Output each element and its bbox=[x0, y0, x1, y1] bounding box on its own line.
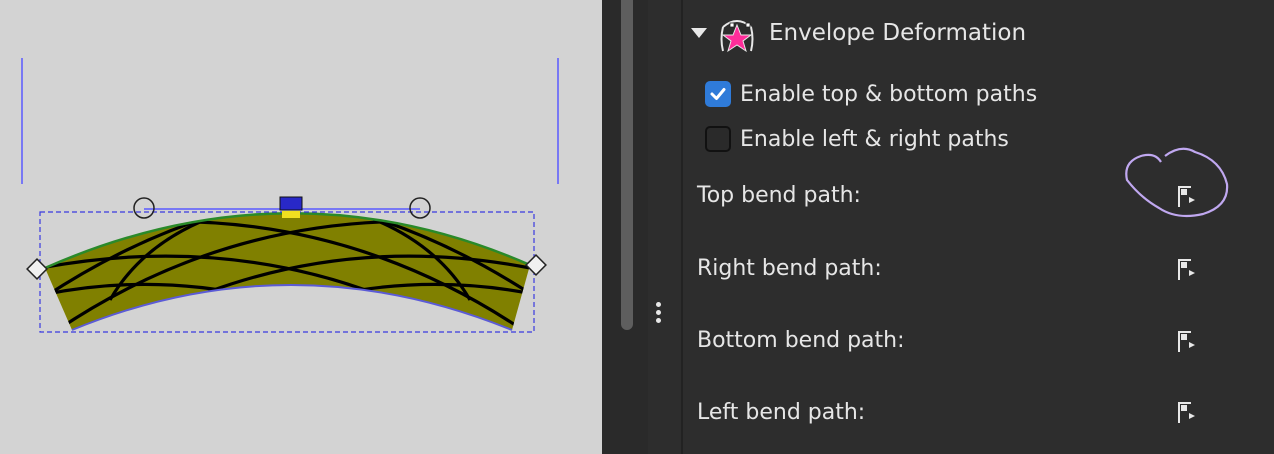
center-node-handle[interactable] bbox=[279, 196, 303, 211]
edit-path-on-canvas-icon bbox=[1178, 259, 1195, 280]
envelope-star-icon bbox=[720, 20, 754, 53]
left-end-node-handle[interactable] bbox=[26, 258, 48, 280]
left-tangent-handle[interactable] bbox=[133, 197, 155, 219]
enable-top-bottom-checkbox[interactable] bbox=[705, 81, 731, 107]
canvas-scrollbar-track bbox=[602, 0, 648, 454]
effect-header: Envelope Deformation bbox=[691, 12, 1026, 54]
highlight-circle-annotation bbox=[1125, 147, 1229, 218]
right-bend-path-label: Right bend path: bbox=[697, 256, 882, 281]
enable-left-right-label: Enable left & right paths bbox=[740, 126, 1009, 152]
canvas[interactable] bbox=[0, 0, 602, 454]
dock-handle-icon[interactable] bbox=[656, 302, 662, 326]
lpe-settings-panel: Envelope Deformation Enable top & bottom… bbox=[683, 0, 1274, 454]
right-end-node-handle[interactable] bbox=[525, 254, 547, 276]
center-node-marker bbox=[282, 211, 300, 218]
enable-left-right-checkbox[interactable] bbox=[705, 126, 731, 152]
checkmark-icon bbox=[710, 88, 726, 100]
top-bend-path-label: Top bend path: bbox=[697, 183, 861, 208]
edit-path-on-canvas-icon bbox=[1178, 402, 1195, 423]
edit-path-on-canvas-icon bbox=[1178, 331, 1195, 352]
effect-title: Envelope Deformation bbox=[769, 20, 1027, 46]
right-tangent-handle[interactable] bbox=[409, 197, 431, 219]
bottom-bend-path-label: Bottom bend path: bbox=[697, 328, 905, 353]
left-bend-path-label: Left bend path: bbox=[697, 400, 866, 425]
enable-top-bottom-checkbox-row[interactable]: Enable top & bottom paths bbox=[705, 79, 1037, 109]
enable-top-bottom-label: Enable top & bottom paths bbox=[740, 81, 1038, 107]
enable-left-right-checkbox-row[interactable]: Enable left & right paths bbox=[705, 124, 1009, 154]
dock-separator bbox=[648, 0, 683, 454]
right-bend-path-edit-button[interactable] bbox=[1171, 254, 1203, 286]
bottom-bend-path-edit-button[interactable] bbox=[1171, 326, 1203, 358]
collapse-arrow-icon[interactable] bbox=[691, 28, 707, 38]
left-bend-path-edit-button[interactable] bbox=[1171, 397, 1203, 429]
canvas-scrollbar-thumb[interactable] bbox=[621, 0, 633, 330]
